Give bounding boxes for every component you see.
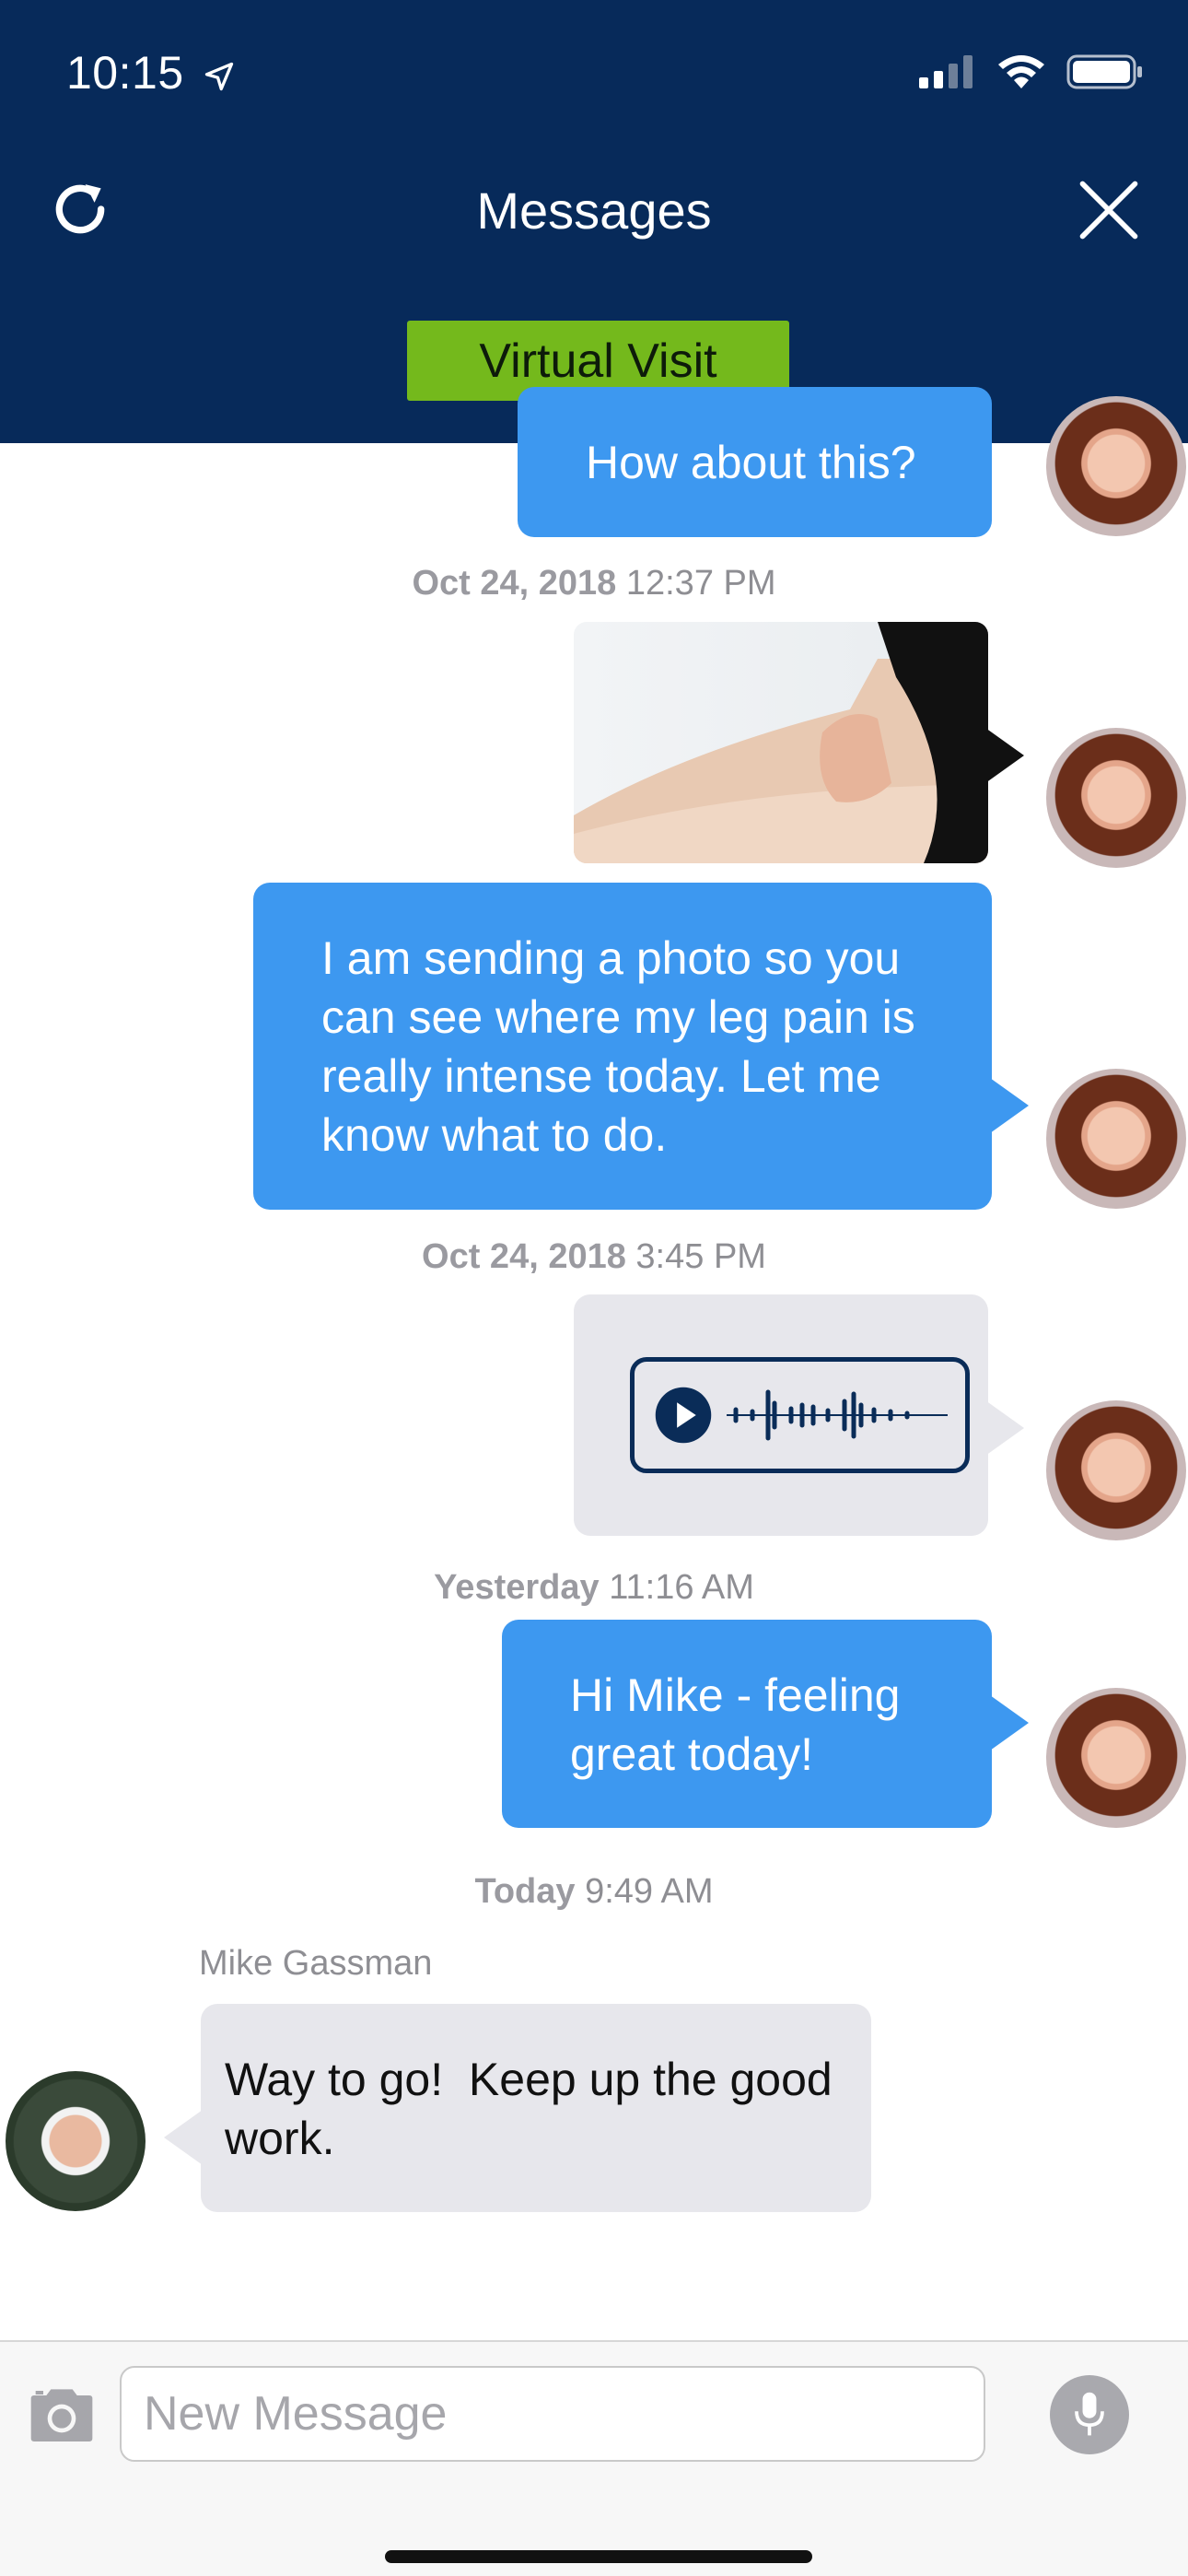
- message-bubble-outgoing[interactable]: I am sending a photo so you can see wher…: [253, 883, 992, 1210]
- timestamp-day: Yesterday: [434, 1568, 600, 1607]
- audio-player[interactable]: [630, 1357, 970, 1473]
- wifi-icon: [998, 55, 1044, 88]
- close-icon: [1079, 181, 1138, 240]
- new-message-input[interactable]: [120, 2366, 985, 2462]
- cellular-signal-icon: [919, 55, 973, 88]
- message-text: How about this?: [586, 437, 916, 488]
- sender-name: Mike Gassman: [199, 1944, 433, 1983]
- avatar: [1046, 396, 1186, 536]
- location-arrow-icon: [204, 62, 234, 90]
- message-bubble-outgoing[interactable]: Hi Mike - feeling great today!: [502, 1620, 992, 1828]
- microphone-button[interactable]: [1050, 2375, 1129, 2454]
- bubble-tail: [990, 1695, 1029, 1751]
- timestamp-time: 3:45 PM: [635, 1237, 766, 1276]
- message-image[interactable]: [574, 622, 988, 863]
- timestamp: Oct 24, 2018 3:45 PM: [0, 1237, 1188, 1277]
- message-bubble-outgoing[interactable]: How about this?: [518, 387, 992, 537]
- leg-photo-image: [574, 622, 988, 863]
- message-text: I am sending a photo so you can see wher…: [321, 932, 915, 1161]
- bubble-tail: [990, 1078, 1029, 1133]
- avatar: [1046, 1688, 1186, 1828]
- bubble-tail: [164, 2110, 203, 2165]
- header-bar: 10:15 Messages Virtual Visit: [0, 0, 1188, 443]
- timestamp-time: 11:16 AM: [609, 1568, 754, 1607]
- play-icon[interactable]: [653, 1385, 714, 1446]
- message-bubble-incoming[interactable]: Way to go! Keep up the good work.: [201, 2004, 871, 2212]
- avatar: [6, 2071, 146, 2211]
- status-time-text: 10:15: [66, 47, 184, 99]
- home-indicator: [385, 2550, 812, 2563]
- battery-icon: [1066, 54, 1142, 89]
- timestamp-day: Today: [474, 1872, 576, 1911]
- status-icons: [919, 53, 1144, 90]
- close-button[interactable]: [1072, 173, 1146, 247]
- avatar: [1046, 1400, 1186, 1540]
- message-text: Way to go! Keep up the good work.: [225, 2054, 845, 2164]
- page-title: Messages: [476, 181, 712, 240]
- avatar: [1046, 1069, 1186, 1209]
- camera-button[interactable]: [22, 2377, 101, 2451]
- timestamp: Today 9:49 AM: [0, 1872, 1188, 1912]
- avatar: [1046, 728, 1186, 868]
- timestamp-day: Oct 24, 2018: [412, 564, 617, 603]
- timestamp: Yesterday 11:16 AM: [0, 1568, 1188, 1608]
- microphone-icon: [1075, 2392, 1104, 2436]
- timestamp-day: Oct 24, 2018: [422, 1237, 626, 1276]
- timestamp-time: 9:49 AM: [585, 1872, 714, 1911]
- message-text: Hi Mike - feeling great today!: [570, 1669, 901, 1780]
- bubble-tail: [985, 1400, 1024, 1456]
- status-time: 10:15: [66, 46, 236, 100]
- timestamp-time: 12:37 PM: [625, 564, 776, 603]
- bubble-tail: [985, 728, 1024, 783]
- timestamp: Oct 24, 2018 12:37 PM: [0, 564, 1188, 603]
- waveform-icon: [727, 1389, 948, 1441]
- camera-icon: [30, 2389, 93, 2441]
- message-composer: [0, 2340, 1188, 2576]
